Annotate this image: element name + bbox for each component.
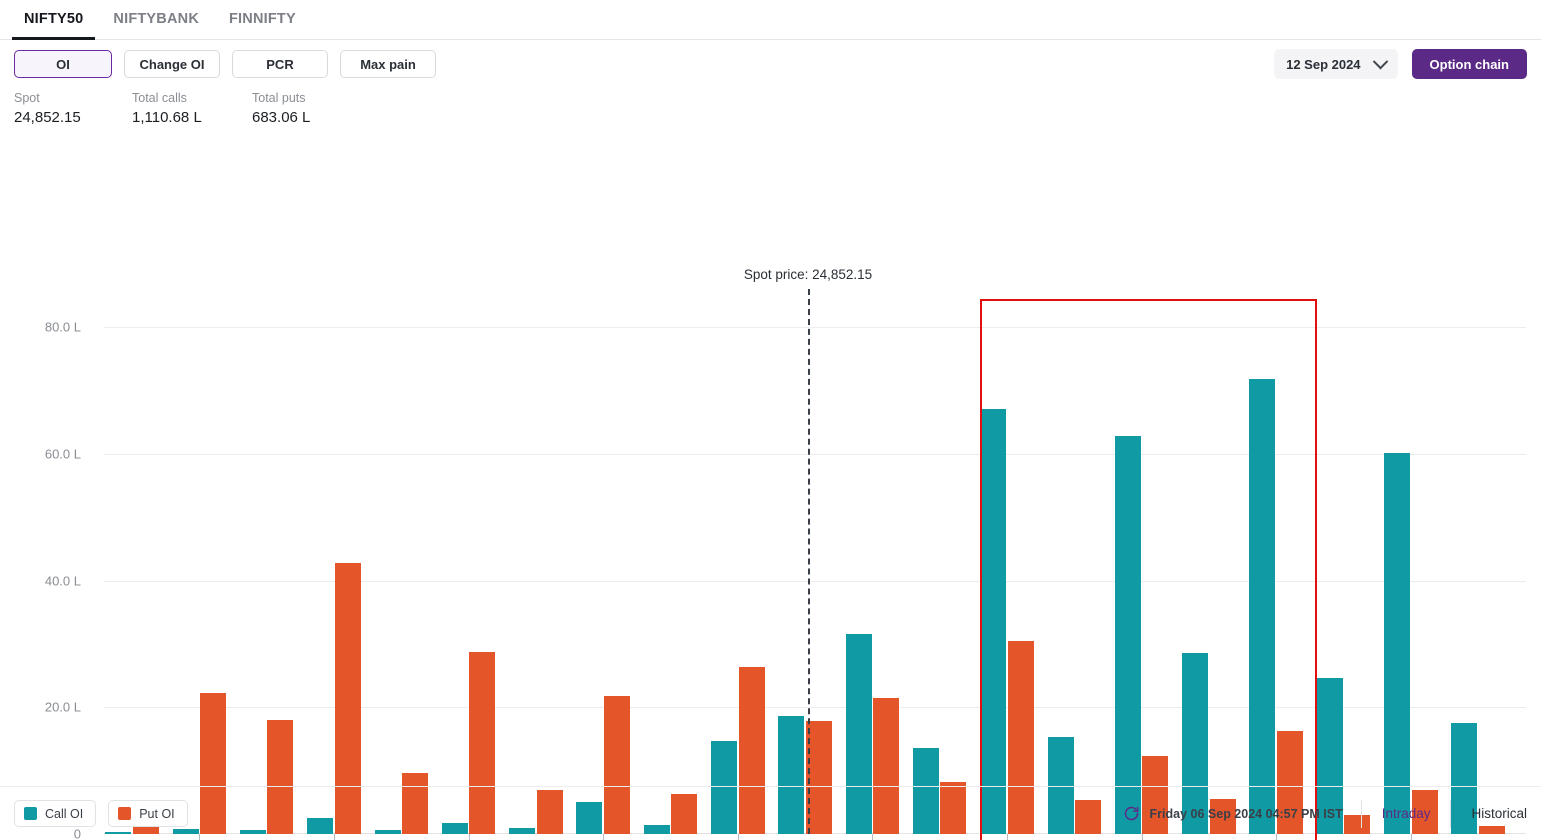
call-oi-bar[interactable]: [1114, 436, 1141, 834]
tab-niftybank[interactable]: NIFTYBANK: [101, 0, 211, 40]
intraday-label: Intraday: [1381, 806, 1431, 821]
gridline: [104, 707, 1526, 709]
legend-label: Call OI: [45, 806, 84, 821]
legend-swatch: [118, 807, 132, 820]
y-axis-tick-label: 20.0 L: [44, 699, 81, 715]
mode-button-max-pain[interactable]: Max pain: [340, 50, 436, 78]
y-axis-tick-label: 80.0 L: [44, 319, 81, 335]
mode-button-pcr[interactable]: PCR: [232, 50, 328, 78]
stat-value: 24,852.15: [14, 109, 81, 126]
legend-swatch: [24, 807, 37, 820]
stat-value: 683.06 L: [252, 109, 311, 126]
toolbar-right-group: 12 Sep 2024 Option chain: [1274, 49, 1527, 79]
oi-chart: 020.0 L40.0 L60.0 L80.0 L24,40024,50024,…: [0, 129, 1541, 840]
spot-price-label: Spot price: 24,852.15: [743, 267, 873, 282]
legend-label: Put OI: [139, 806, 175, 821]
spot-price-line: [807, 289, 810, 834]
refresh-group[interactable]: Friday 06 Sep 2024 04:57 PM IST: [1123, 799, 1362, 828]
stat-spot: Spot 24,852.15: [14, 90, 132, 129]
stat-label: Total puts: [252, 91, 306, 105]
tab-label: NIFTY50: [24, 10, 84, 27]
chart-footer: Call OI Put OI Friday 06 Sep 2024 04:57 …: [0, 786, 1541, 840]
summary-stats: Spot 24,852.15 Total calls 1,110.68 L To…: [0, 88, 1541, 129]
expiry-date-value: 12 Sep 2024: [1286, 56, 1361, 72]
option-chain-button[interactable]: Option chain: [1411, 49, 1527, 79]
y-axis-tick-label: 40.0 L: [44, 573, 81, 588]
call-oi-bar[interactable]: [1384, 452, 1411, 834]
last-updated-timestamp: Friday 06 Sep 2024 04:57 PM IST: [1149, 806, 1343, 821]
chevron-down-icon: [1372, 53, 1388, 69]
footer-right-group: Friday 06 Sep 2024 04:57 PM IST Intraday…: [1123, 799, 1527, 828]
plot-area[interactable]: 020.0 L40.0 L60.0 L80.0 L24,40024,50024,…: [45, 267, 1526, 840]
legend-item-put-oi[interactable]: Put OI: [108, 800, 188, 827]
historical-button[interactable]: Historical: [1451, 800, 1527, 828]
gridline: [104, 327, 1526, 329]
mode-label: Max pain: [360, 56, 416, 72]
legend-item-call-oi[interactable]: Call OI: [14, 800, 97, 827]
option-chain-label: Option chain: [1429, 56, 1509, 72]
call-oi-bar[interactable]: [980, 408, 1007, 834]
tab-label: NIFTYBANK: [113, 10, 199, 27]
mode-label: OI: [56, 56, 70, 72]
stat-total-puts: Total puts 683.06 L: [252, 90, 372, 129]
y-axis-tick-label: 60.0 L: [44, 446, 81, 462]
gridline: [104, 580, 1526, 582]
stat-label: Spot: [14, 91, 40, 105]
mode-button-change-oi[interactable]: Change OI: [124, 50, 220, 78]
intraday-button[interactable]: Intraday: [1362, 799, 1452, 828]
mode-label: PCR: [266, 56, 294, 72]
mode-label: Change OI: [139, 56, 205, 72]
tab-nifty50[interactable]: NIFTY50: [12, 0, 96, 40]
mode-button-oi[interactable]: OI: [14, 50, 112, 78]
call-oi-bar[interactable]: [1249, 379, 1276, 834]
stat-value: 1,110.68 L: [132, 109, 202, 126]
expiry-date-dropdown[interactable]: 12 Sep 2024: [1274, 49, 1398, 79]
gridline: [104, 453, 1526, 455]
stat-label: Total calls: [132, 91, 187, 105]
tab-label: FINNIFTY: [229, 10, 296, 27]
chart-legend: Call OI Put OI: [14, 800, 188, 827]
index-tabbar: NIFTY50 NIFTYBANK FINNIFTY: [0, 0, 1541, 40]
chart-toolbar: OI Change OI PCR Max pain 12 Sep 2024 Op…: [0, 40, 1541, 88]
historical-label: Historical: [1471, 806, 1527, 821]
tab-finnifty[interactable]: FINNIFTY: [217, 0, 308, 40]
refresh-icon: [1124, 806, 1138, 821]
stat-total-calls: Total calls 1,110.68 L: [132, 90, 252, 129]
